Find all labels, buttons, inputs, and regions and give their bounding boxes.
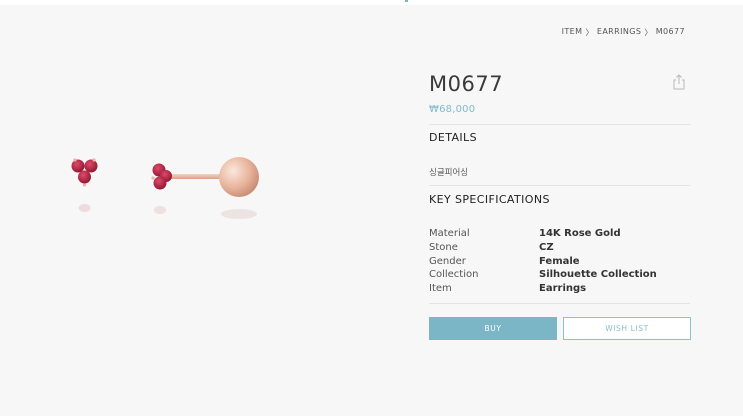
divider [429, 124, 690, 125]
spec-value-material: 14K Rose Gold [539, 228, 621, 239]
breadcrumb-item-current: M0677 [655, 27, 685, 36]
product-price: ₩68,000 [429, 104, 476, 115]
breadcrumb-separator: 〉 [585, 28, 594, 37]
spec-value-item: Earrings [539, 283, 587, 295]
spec-value-stone: CZ [539, 241, 554, 253]
spec-label-item: Item [429, 283, 452, 295]
product-image [40, 130, 300, 240]
spec-value-collection: Silhouette Collection [539, 269, 657, 281]
breadcrumb-item-earrings[interactable]: EARRINGS [597, 27, 641, 38]
specs-heading: KEY SPECIFICATIONS [429, 193, 550, 206]
spec-label-stone: Stone [429, 241, 458, 253]
details-heading: DETAILS [429, 131, 477, 144]
wishlist-button[interactable]: WISH LIST [563, 317, 691, 340]
product-description: 싱글피어싱 [429, 168, 469, 178]
earring-illustration [71, 157, 259, 219]
spec-label-material: Material [429, 228, 470, 239]
earring-side-view [151, 157, 259, 219]
spec-value-gender: Female [539, 255, 580, 267]
top-bar [0, 0, 743, 5]
breadcrumb-item-item[interactable]: ITEM [562, 27, 583, 38]
breadcrumb-separator: 〉 [644, 28, 653, 37]
spec-label-gender: Gender [429, 255, 466, 267]
product-title: M0677 [429, 72, 504, 96]
spec-label-collection: Collection [429, 269, 479, 281]
divider [429, 185, 690, 186]
share-icon[interactable] [671, 74, 687, 90]
specs-table: Material 14K Rose Gold Stone CZ Gender F… [429, 228, 689, 296]
buy-button[interactable]: BUY [429, 317, 557, 340]
top-bar-indicator [405, 0, 408, 2]
earring-front-view [71, 158, 98, 212]
divider [429, 303, 690, 304]
breadcrumb: ITEM 〉 EARRINGS 〉 M0677 [562, 27, 685, 38]
